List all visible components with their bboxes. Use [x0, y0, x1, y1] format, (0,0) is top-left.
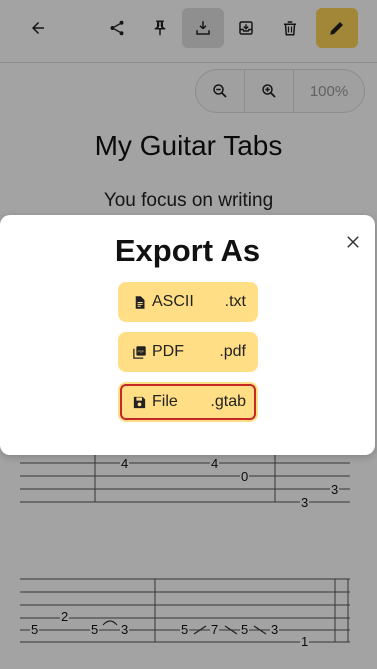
svg-text:PDF: PDF [138, 349, 144, 353]
export-dialog: Export As ASCII .txt PDF PDF .pdf File .… [0, 215, 375, 455]
save-icon [132, 394, 148, 410]
export-pdf-button[interactable]: PDF PDF .pdf [118, 332, 258, 372]
file-text-icon [132, 294, 148, 310]
export-option-extension: .gtab [210, 393, 246, 410]
export-option-extension: .pdf [219, 343, 246, 360]
export-option-label: ASCII [152, 293, 194, 310]
close-icon [347, 236, 359, 248]
export-option-label: File [152, 393, 178, 410]
pdf-icon: PDF [132, 344, 148, 360]
dialog-title: Export As [114, 233, 261, 268]
app-root: 100% My Guitar Tabs You focus on writing… [0, 0, 377, 669]
export-option-extension: .txt [224, 293, 246, 310]
export-file-button[interactable]: File .gtab [118, 382, 258, 422]
export-option-label: PDF [152, 343, 184, 360]
close-button[interactable] [340, 229, 366, 255]
export-ascii-button[interactable]: ASCII .txt [118, 282, 258, 322]
